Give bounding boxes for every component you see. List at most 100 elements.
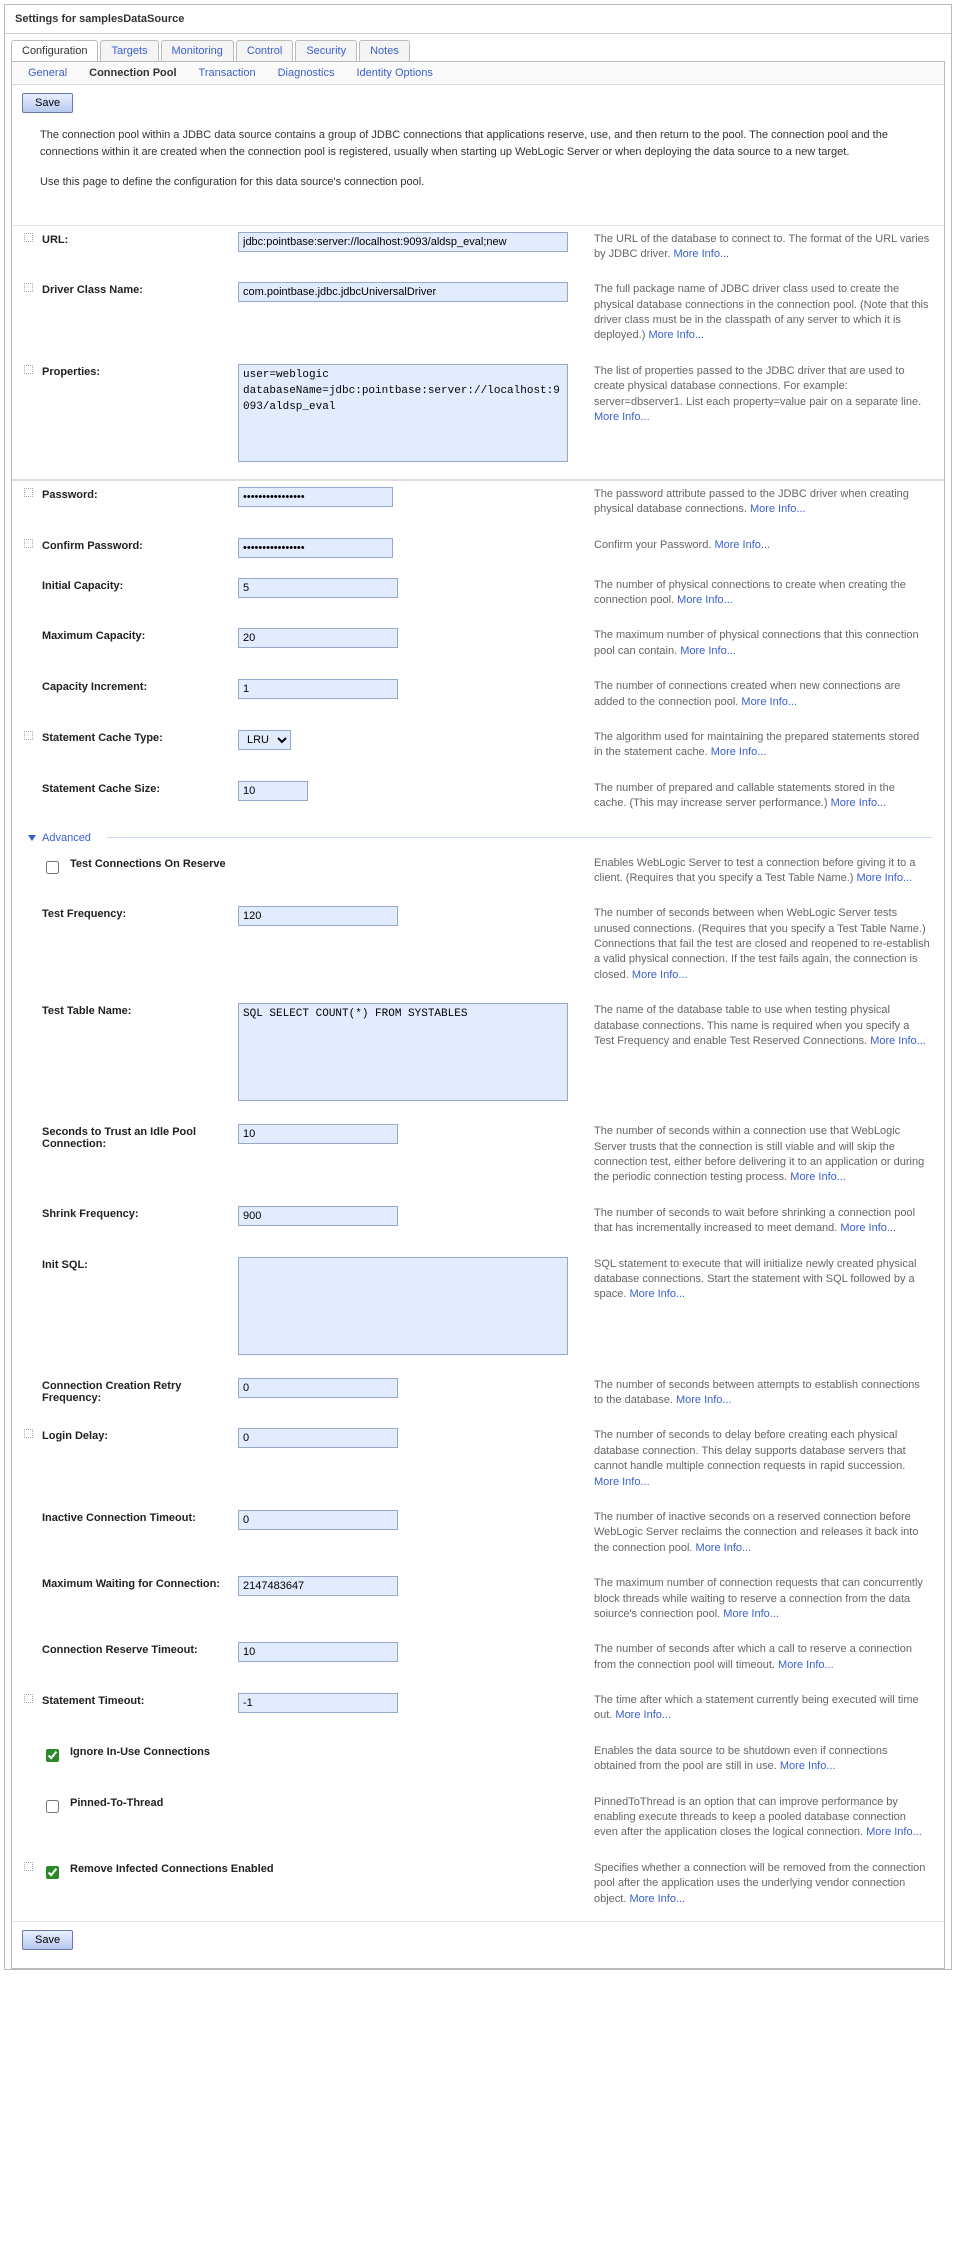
select-cacheType[interactable]: LRU xyxy=(238,730,291,750)
label-retryFreq: Connection Creation Retry Frequency: xyxy=(34,1372,230,1423)
restart-required-icon xyxy=(24,1862,33,1871)
input-reserveTimeout[interactable] xyxy=(238,1642,398,1662)
label-initSql: Init SQL: xyxy=(34,1251,230,1372)
input-shrinkFreq[interactable] xyxy=(238,1206,398,1226)
more-info-link[interactable]: More Info... xyxy=(723,1608,779,1620)
restart-required-icon xyxy=(24,1429,33,1438)
tab-notes[interactable]: Notes xyxy=(359,40,410,61)
label-confirm: Confirm Password: xyxy=(34,532,230,572)
restart-required-icon xyxy=(24,488,33,497)
more-info-link[interactable]: More Info... xyxy=(790,1171,846,1183)
restart-required-icon xyxy=(24,233,33,242)
checkbox-testOnReserve[interactable] xyxy=(46,861,59,874)
subtab-identity-options[interactable]: Identity Options xyxy=(346,62,442,84)
intro-paragraph-1: The connection pool within a JDBC data s… xyxy=(40,127,926,160)
more-info-link[interactable]: More Info... xyxy=(615,1709,671,1721)
intro-paragraph-2: Use this page to define the configuratio… xyxy=(40,174,926,191)
input-retryFreq[interactable] xyxy=(238,1378,398,1398)
more-info-link[interactable]: More Info... xyxy=(696,1542,752,1554)
more-info-link[interactable]: More Info... xyxy=(594,411,650,423)
textarea-properties[interactable] xyxy=(238,364,568,462)
input-trustIdle[interactable] xyxy=(238,1124,398,1144)
input-testFreq[interactable] xyxy=(238,906,398,926)
label-password: Password: xyxy=(34,481,230,532)
textarea-initSql[interactable] xyxy=(238,1257,568,1355)
field-help: The number of seconds to wait before shr… xyxy=(586,1200,944,1251)
subtab-transaction[interactable]: Transaction xyxy=(189,62,266,84)
input-initialCapacity[interactable] xyxy=(238,578,398,598)
field-help: The time after which a statement current… xyxy=(586,1687,944,1738)
checkbox-ignoreInUse[interactable] xyxy=(46,1749,59,1762)
textarea-testTable[interactable] xyxy=(238,1003,568,1101)
label-inactiveTimeout: Inactive Connection Timeout: xyxy=(34,1504,230,1570)
more-info-link[interactable]: More Info... xyxy=(780,1760,836,1772)
more-info-link[interactable]: More Info... xyxy=(629,1893,685,1905)
restart-required-icon xyxy=(24,365,33,374)
more-info-link[interactable]: More Info... xyxy=(741,696,797,708)
field-help: Confirm your Password. More Info... xyxy=(586,532,944,572)
more-info-link[interactable]: More Info... xyxy=(866,1826,922,1838)
more-info-link[interactable]: More Info... xyxy=(840,1222,896,1234)
label-removeInfected: Remove Infected Connections Enabled xyxy=(70,1863,274,1875)
field-help: The number of connections created when n… xyxy=(586,673,944,724)
field-help: Enables WebLogic Server to test a connec… xyxy=(586,850,944,901)
field-help: The number of seconds between attempts t… xyxy=(586,1372,944,1423)
label-properties: Properties: xyxy=(34,358,230,480)
subtab-general[interactable]: General xyxy=(18,62,77,84)
field-help: PinnedToThread is an option that can imp… xyxy=(586,1789,944,1855)
field-help: The list of properties passed to the JDB… xyxy=(586,358,944,480)
input-cacheSize[interactable] xyxy=(238,781,308,801)
more-info-link[interactable]: More Info... xyxy=(594,1476,650,1488)
subtab-diagnostics[interactable]: Diagnostics xyxy=(268,62,345,84)
save-button-bottom[interactable]: Save xyxy=(22,1930,73,1950)
save-button-top[interactable]: Save xyxy=(22,93,73,113)
more-info-link[interactable]: More Info... xyxy=(714,539,770,551)
tab-security[interactable]: Security xyxy=(295,40,357,61)
field-help: The number of prepared and callable stat… xyxy=(586,775,944,826)
field-help: The maximum number of connection request… xyxy=(586,1570,944,1636)
restart-required-icon xyxy=(24,731,33,740)
field-help: The algorithm used for maintaining the p… xyxy=(586,724,944,775)
input-url[interactable] xyxy=(238,232,568,252)
label-ignoreInUse: Ignore In-Use Connections xyxy=(70,1746,210,1758)
more-info-link[interactable]: More Info... xyxy=(778,1659,834,1671)
tab-configuration[interactable]: Configuration xyxy=(11,40,98,61)
label-url: URL: xyxy=(34,226,230,277)
more-info-link[interactable]: More Info... xyxy=(711,746,767,758)
input-confirm[interactable] xyxy=(238,538,393,558)
input-inactiveTimeout[interactable] xyxy=(238,1510,398,1530)
input-maxWaiting[interactable] xyxy=(238,1576,398,1596)
main-tabs-container: ConfigurationTargetsMonitoringControlSec… xyxy=(5,34,951,1969)
more-info-link[interactable]: More Info... xyxy=(677,594,733,606)
tab-monitoring[interactable]: Monitoring xyxy=(161,40,234,61)
more-info-link[interactable]: More Info... xyxy=(629,1288,685,1300)
more-info-link[interactable]: More Info... xyxy=(680,645,736,657)
field-help: Enables the data source to be shutdown e… xyxy=(586,1738,944,1789)
field-help: The number of physical connections to cr… xyxy=(586,572,944,623)
field-help: The number of inactive seconds on a rese… xyxy=(586,1504,944,1570)
input-driver[interactable] xyxy=(238,282,568,302)
more-info-link[interactable]: More Info... xyxy=(676,1394,732,1406)
more-info-link[interactable]: More Info... xyxy=(750,503,806,515)
input-stmtTimeout[interactable] xyxy=(238,1693,398,1713)
field-help: The number of seconds after which a call… xyxy=(586,1636,944,1687)
more-info-link[interactable]: More Info... xyxy=(831,797,887,809)
input-maxCapacity[interactable] xyxy=(238,628,398,648)
checkbox-pinned[interactable] xyxy=(46,1800,59,1813)
input-password[interactable] xyxy=(238,487,393,507)
label-shrinkFreq: Shrink Frequency: xyxy=(34,1200,230,1251)
more-info-link[interactable]: More Info... xyxy=(857,872,913,884)
tab-targets[interactable]: Targets xyxy=(100,40,158,61)
more-info-link[interactable]: More Info... xyxy=(870,1035,926,1047)
more-info-link[interactable]: More Info... xyxy=(648,329,704,341)
more-info-link[interactable]: More Info... xyxy=(673,248,729,260)
field-help: The number of seconds between when WebLo… xyxy=(586,900,944,997)
more-info-link[interactable]: More Info... xyxy=(632,969,688,981)
input-capIncrement[interactable] xyxy=(238,679,398,699)
label-maxWaiting: Maximum Waiting for Connection: xyxy=(34,1570,230,1636)
input-loginDelay[interactable] xyxy=(238,1428,398,1448)
advanced-toggle[interactable]: Advanced xyxy=(12,826,944,850)
checkbox-removeInfected[interactable] xyxy=(46,1866,59,1879)
tab-control[interactable]: Control xyxy=(236,40,293,61)
subtab-connection-pool[interactable]: Connection Pool xyxy=(79,62,186,84)
